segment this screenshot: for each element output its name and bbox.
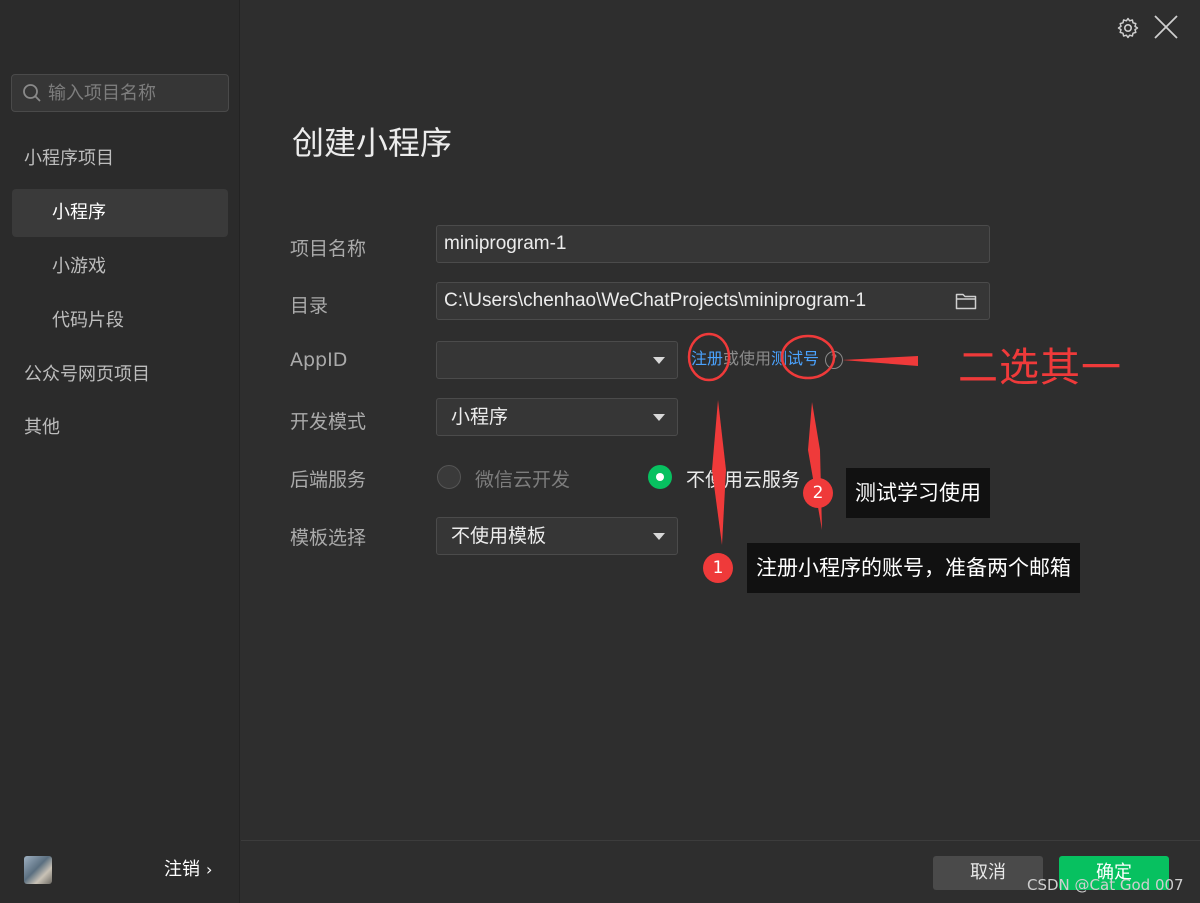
sidebar-item-code-snippet[interactable]: 代码片段 xyxy=(0,297,240,345)
dev-mode-select[interactable]: 小程序 xyxy=(436,398,678,436)
logout-label: 注销 xyxy=(164,859,200,880)
folder-icon[interactable] xyxy=(955,292,977,310)
choose-one-annotation: 二选其一 xyxy=(958,345,1122,391)
logout-button[interactable]: 注销 › xyxy=(164,856,212,884)
chevron-right-icon: › xyxy=(206,860,213,879)
test-account-link[interactable]: 测试号 xyxy=(771,349,819,368)
gear-icon[interactable] xyxy=(1116,16,1140,40)
sidebar-item-official-account-web[interactable]: 公众号网页项目 xyxy=(0,351,240,399)
annotation-note-2: 测试学习使用 xyxy=(846,468,990,518)
radio-cloud-dev[interactable] xyxy=(437,465,461,489)
register-link[interactable]: 注册 xyxy=(691,349,723,368)
sidebar: 小程序项目 小程序 小游戏 代码片段 公众号网页项目 其他 注销 › xyxy=(0,0,240,903)
chevron-down-icon xyxy=(653,533,665,540)
dev-mode-value: 小程序 xyxy=(451,406,509,428)
annotation-note-1: 注册小程序的账号，准备两个邮箱 xyxy=(747,543,1080,593)
radio-cloud-dev-label: 微信云开发 xyxy=(475,469,571,491)
backend-label: 后端服务 xyxy=(290,469,367,491)
chevron-down-icon xyxy=(653,357,665,364)
directory-input[interactable]: C:\Users\chenhao\WeChatProjects\miniprog… xyxy=(436,282,990,320)
search-icon xyxy=(23,84,41,102)
page-title: 创建小程序 xyxy=(292,124,453,162)
sidebar-item-miniprogram[interactable]: 小程序 xyxy=(12,189,228,237)
sidebar-item-other[interactable]: 其他 xyxy=(0,404,240,452)
appid-links: 注册或使用测试号? xyxy=(691,347,844,371)
template-value: 不使用模板 xyxy=(451,525,547,547)
directory-value: C:\Users\chenhao\WeChatProjects\miniprog… xyxy=(444,290,867,311)
avatar[interactable] xyxy=(24,856,52,884)
chevron-down-icon xyxy=(653,414,665,421)
help-icon[interactable]: ? xyxy=(825,350,844,369)
appid-select[interactable] xyxy=(436,341,678,379)
close-icon[interactable] xyxy=(1151,12,1181,42)
radio-no-cloud-label: 不使用云服务 xyxy=(686,469,801,491)
dev-mode-label: 开发模式 xyxy=(290,411,367,433)
sidebar-item-minigame[interactable]: 小游戏 xyxy=(0,243,240,291)
watermark: CSDN @Cat God 007 xyxy=(1027,876,1184,894)
search-input[interactable] xyxy=(48,82,218,104)
annotation-badge-2: 2 xyxy=(803,478,833,508)
or-use-text: 或使用 xyxy=(723,349,772,368)
main-panel: 创建小程序 项目名称 miniprogram-1 目录 C:\Users\che… xyxy=(241,0,1200,903)
directory-label: 目录 xyxy=(290,295,329,317)
template-label: 模板选择 xyxy=(290,527,367,549)
template-select[interactable]: 不使用模板 xyxy=(436,517,678,555)
project-name-label: 项目名称 xyxy=(290,238,367,260)
project-name-input[interactable]: miniprogram-1 xyxy=(436,225,990,263)
annotation-badge-1: 1 xyxy=(703,553,733,583)
search-box[interactable] xyxy=(11,74,229,112)
sidebar-item-miniprogram-project[interactable]: 小程序项目 xyxy=(0,135,240,183)
radio-no-cloud[interactable] xyxy=(648,465,672,489)
appid-label: AppID xyxy=(290,349,348,371)
